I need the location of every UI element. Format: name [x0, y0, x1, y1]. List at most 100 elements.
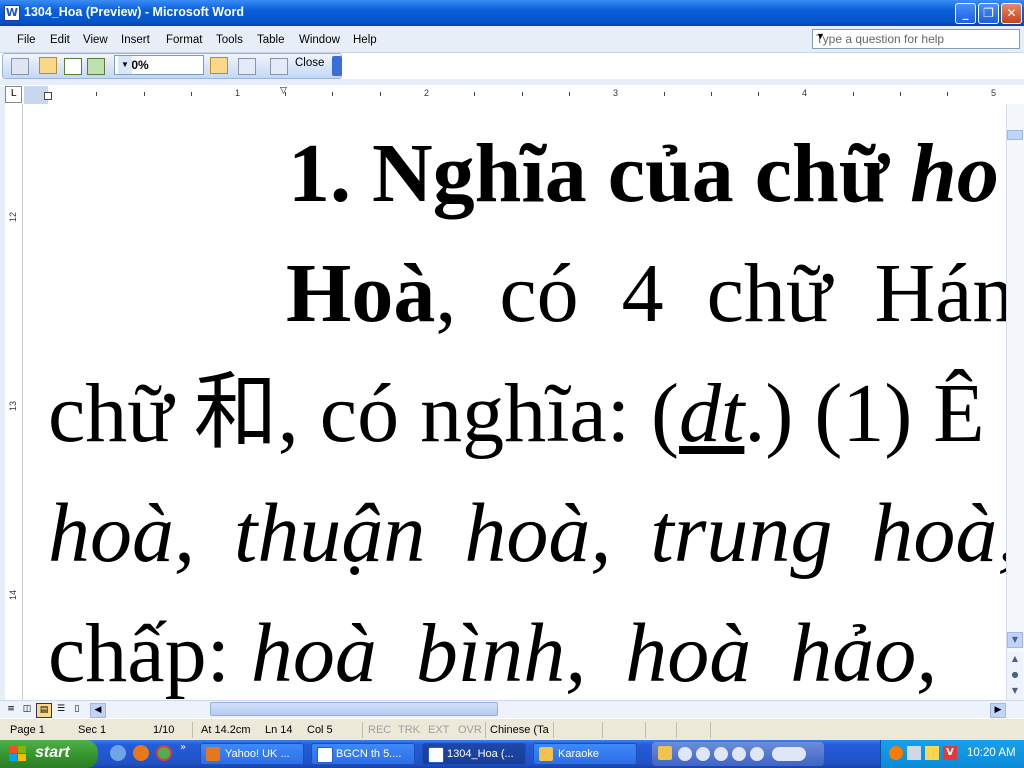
taskbar-item[interactable]: BGCN th 5....: [311, 743, 415, 765]
indent-marker-icon[interactable]: [44, 92, 52, 100]
document-page[interactable]: 1. Nghĩa của chữ ho Hoà, có 4 chữ Hán ch…: [24, 104, 1006, 700]
status-separator: [710, 722, 711, 738]
status-ovr[interactable]: OVR: [458, 724, 482, 736]
menu-insert[interactable]: Insert: [121, 34, 150, 46]
quicklaunch-chrome-icon[interactable]: [156, 745, 172, 761]
ruler-number: 14: [8, 589, 19, 601]
scroll-right-icon[interactable]: ▶: [990, 703, 1006, 718]
menu-help[interactable]: Help: [353, 34, 377, 46]
vertical-ruler[interactable]: 12 13 14: [5, 104, 23, 700]
menu-edit[interactable]: Edit: [50, 34, 70, 46]
quicklaunch-more-icon[interactable]: »: [180, 742, 186, 753]
status-separator: [192, 722, 193, 738]
taskbar-item-label: BGCN th 5....: [336, 748, 402, 760]
menu-view[interactable]: View: [83, 34, 108, 46]
print-icon[interactable]: [11, 58, 29, 75]
ruler-tick: [758, 92, 759, 96]
status-trk[interactable]: TRK: [398, 724, 420, 736]
stop-icon[interactable]: [714, 747, 728, 761]
scroll-thumb[interactable]: [1007, 130, 1023, 140]
reading-layout-icon[interactable]: ▯: [70, 703, 84, 716]
multiple-pages-icon[interactable]: [87, 58, 105, 75]
taskbar-item[interactable]: Yahoo! UK ...: [200, 743, 304, 765]
normal-view-icon[interactable]: ≡: [4, 703, 18, 716]
full-screen-icon[interactable]: [270, 58, 288, 75]
ruler-number: 3: [613, 88, 619, 98]
media-player-icon[interactable]: [658, 746, 672, 760]
taskbar-item-label: 1304_Hoa (...: [447, 748, 514, 760]
horizontal-ruler[interactable]: ▽ 1 2 3 4 5: [24, 86, 1006, 105]
chevron-down-icon[interactable]: ▼: [118, 56, 132, 74]
shrink-to-fit-icon[interactable]: [238, 58, 256, 75]
magnifier-icon[interactable]: [39, 57, 57, 74]
tray-app-icon[interactable]: [889, 746, 903, 760]
status-language: Chinese (Ta: [490, 724, 549, 736]
ruler-tick: [664, 92, 665, 96]
word-app-icon[interactable]: W: [4, 5, 20, 21]
ruler-tick: [96, 92, 97, 96]
quicklaunch-firefox-icon[interactable]: [133, 745, 149, 761]
status-separator: [485, 722, 486, 738]
ruler-tick: [380, 92, 381, 96]
print-layout-icon[interactable]: ▤: [36, 703, 52, 718]
menu-window[interactable]: Window: [299, 34, 340, 46]
chevron-down-icon[interactable]: ▼: [816, 31, 1017, 41]
taskbar-item[interactable]: Karaoke: [533, 743, 637, 765]
close-preview-button[interactable]: Close: [295, 57, 324, 69]
zoom-select[interactable]: 500% ▼: [114, 55, 204, 75]
view-ruler-icon[interactable]: [210, 57, 228, 74]
status-section: Sec 1: [78, 724, 107, 736]
one-page-icon[interactable]: [64, 58, 82, 75]
horizontal-scrollbar[interactable]: ≡ ◫ ▤ ☰ ▯ ◀ ▶: [0, 700, 1024, 719]
body-text: , có 4 chữ Hán: [435, 247, 1006, 340]
system-tray: V 10:20 AM: [880, 740, 1024, 768]
close-window-button[interactable]: ✕: [1001, 3, 1022, 24]
menu-file[interactable]: File: [17, 34, 36, 46]
quicklaunch-desktop-icon[interactable]: [110, 745, 126, 761]
ruler-tick: [853, 92, 854, 96]
minimize-button[interactable]: _: [955, 3, 976, 24]
underlined-italic-text: dt: [679, 367, 745, 460]
horizontal-scroll-thumb[interactable]: [210, 702, 498, 716]
next-page-icon[interactable]: ▼: [1007, 684, 1023, 700]
status-bar: Page 1 Sec 1 1/10 At 14.2cm Ln 14 Col 5 …: [0, 718, 1024, 741]
ruler-tick: [711, 92, 712, 96]
network-icon[interactable]: [907, 746, 921, 760]
scroll-down-icon[interactable]: ▼: [1007, 632, 1023, 648]
menu-format[interactable]: Format: [166, 34, 202, 46]
volume-icon[interactable]: [772, 747, 806, 761]
status-ext[interactable]: EXT: [428, 724, 449, 736]
status-separator: [645, 722, 646, 738]
antivirus-icon[interactable]: V: [943, 746, 957, 760]
clock[interactable]: 10:20 AM: [967, 747, 1016, 759]
folder-icon: [539, 747, 553, 761]
select-browse-object-icon[interactable]: ●: [1007, 668, 1023, 684]
menu-tools[interactable]: Tools: [216, 34, 243, 46]
status-separator: [676, 722, 677, 738]
firefox-icon: [206, 747, 220, 761]
pause-icon[interactable]: [696, 747, 710, 761]
outline-view-icon[interactable]: ☰: [54, 703, 68, 716]
play-icon[interactable]: [678, 747, 692, 761]
ruler-number: 5: [991, 88, 997, 98]
previous-page-icon[interactable]: ▲: [1007, 652, 1023, 668]
vertical-scrollbar[interactable]: ▼ ▲ ● ▼: [1006, 104, 1024, 702]
title-bar: W 1304_Hoa (Preview) - Microsoft Word _ …: [0, 0, 1024, 26]
taskbar-item-active[interactable]: 1304_Hoa (...: [422, 743, 526, 765]
ruler-tick: [569, 92, 570, 96]
toolbar-options-icon[interactable]: [332, 56, 342, 76]
speaker-icon[interactable]: [925, 746, 939, 760]
menu-table[interactable]: Table: [257, 34, 285, 46]
tab-selector[interactable]: L: [5, 86, 22, 103]
help-search-input[interactable]: Type a question for help ▼: [812, 29, 1020, 49]
start-button[interactable]: start: [0, 740, 98, 768]
heading-line: 1. Nghĩa của chữ ho: [288, 132, 999, 216]
ruler-tick: [522, 92, 523, 96]
scroll-left-icon[interactable]: ◀: [90, 703, 106, 718]
previous-track-icon[interactable]: [732, 747, 746, 761]
ruler-number: 4: [802, 88, 808, 98]
next-track-icon[interactable]: [750, 747, 764, 761]
web-layout-icon[interactable]: ◫: [20, 703, 34, 716]
status-rec[interactable]: REC: [368, 724, 391, 736]
restore-button[interactable]: ❐: [978, 3, 999, 24]
